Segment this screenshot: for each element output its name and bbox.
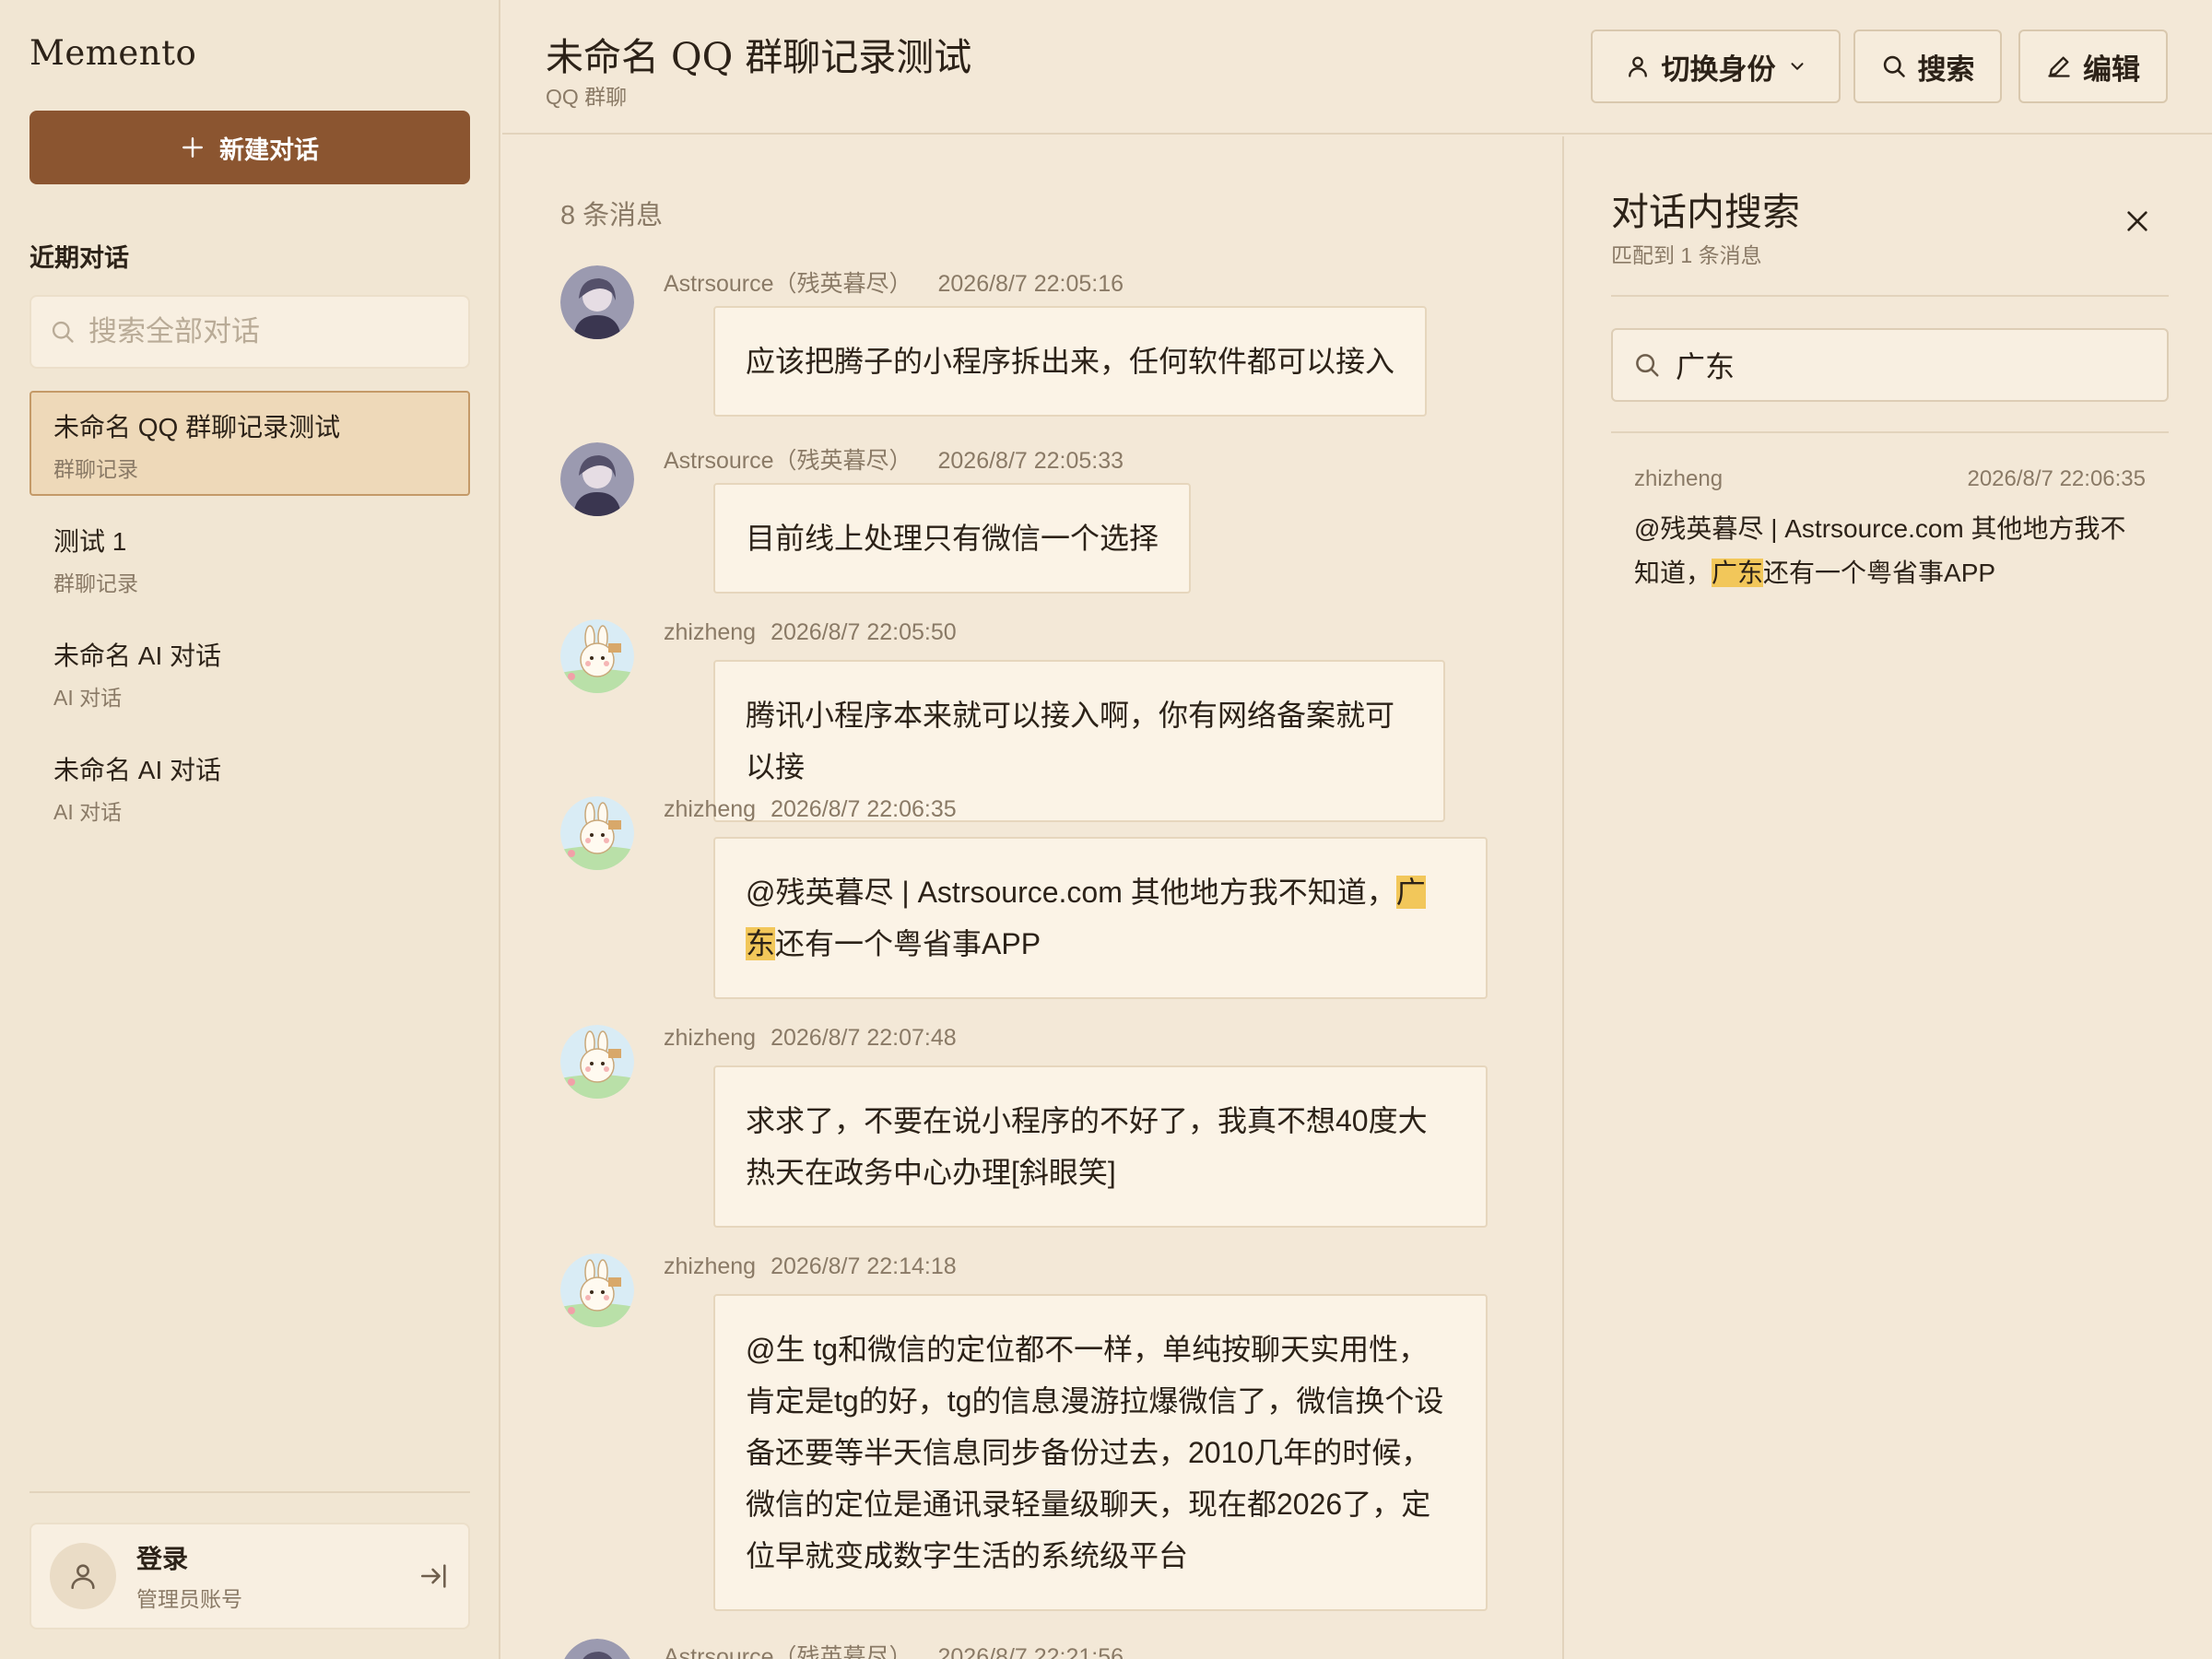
message-line: 热天在政务中心办理[斜眼笑]	[746, 1156, 1116, 1189]
user-icon	[71, 1564, 95, 1590]
new-chat-button[interactable]: 新建对话	[29, 111, 470, 184]
pencil-icon	[2048, 56, 2070, 77]
search-match-count: 匹配到 1 条消息	[1611, 243, 1762, 267]
result-sender: zhizheng	[1634, 466, 1724, 491]
avatar-astrsource	[560, 442, 634, 516]
conversation-list: 未命名 QQ 群聊记录测试 群聊记录 测试 1 群聊记录 未命名 AI 对话 A…	[29, 391, 470, 848]
switch-identity-button[interactable]: 切换身份	[1591, 29, 1841, 103]
conversation-item[interactable]: 未命名 AI 对话 AI 对话	[29, 619, 470, 724]
message-text: 还有一个粤省事APP	[775, 927, 1041, 960]
conversation-title: 未命名 AI 对话	[53, 756, 222, 784]
message-line: 求求了，不要在说小程序的不好了，我真不想40度大	[746, 1104, 1428, 1137]
chevron-down-icon	[1790, 63, 1804, 70]
global-search-input[interactable]	[88, 315, 457, 348]
conversation-title: 测试 1	[53, 527, 127, 556]
conversation-item[interactable]: 未命名 QQ 群聊记录测试 群聊记录	[29, 391, 470, 496]
avatar-astrsource	[560, 265, 634, 339]
message-text: @残英暮尽 | Astrsource.com 其他地方我不知道，	[746, 876, 1396, 909]
avatar-astrsource	[560, 1639, 634, 1659]
message-time: 2026/8/7 22:05:16	[937, 271, 1124, 297]
message-line: @生 tg和微信的定位都不一样，单纯按聊天实用性，	[746, 1333, 1429, 1366]
search-button-label: 搜索	[1917, 53, 1975, 86]
message-sender: Astrsource（残英暮尽）	[664, 271, 912, 297]
avatar-zhizheng	[560, 796, 634, 870]
login-subtitle: 管理员账号	[136, 1587, 242, 1611]
message-sender: zhizheng	[664, 1025, 757, 1051]
plus-icon	[182, 137, 203, 158]
edit-button-label: 编辑	[2083, 53, 2140, 86]
search-highlight: 广	[1395, 876, 1426, 909]
panel-divider	[1611, 431, 2169, 433]
conversation-title: 未命名 AI 对话	[53, 641, 222, 670]
chat-header: 未命名 QQ 群聊记录测试 QQ 群聊 切换身份 搜索 编辑	[502, 0, 2212, 135]
message-line: 备还要等半天信息同步备份过去，2010几年的时候，	[746, 1436, 1431, 1469]
panel-divider	[1611, 295, 2169, 297]
search-highlight: 广东	[1712, 559, 1764, 587]
avatar-zhizheng	[560, 619, 634, 693]
avatar-zhizheng	[560, 1253, 634, 1327]
result-time: 2026/8/7 22:06:35	[1967, 466, 2146, 491]
message-time: 2026/8/7 22:14:18	[771, 1253, 957, 1279]
login-icon[interactable]	[418, 1560, 450, 1592]
message-bubble: 目前线上处理只有微信一个选择	[713, 483, 1192, 594]
conversation-subtitle: AI 对话	[53, 800, 123, 824]
message-time: 2026/8/7 22:07:48	[771, 1025, 957, 1051]
search-button[interactable]: 搜索	[1853, 29, 2002, 103]
message-time: 2026/8/7 22:05:33	[937, 448, 1124, 474]
search-highlight: 东	[746, 927, 776, 960]
message-sender: zhizheng	[664, 619, 757, 645]
sidebar: Memento 新建对话 近期对话 未命名 QQ 群聊记录测试 群聊记录 测试 …	[0, 0, 500, 1659]
conversation-subtitle: 群聊记录	[53, 457, 138, 481]
recent-conversations-heading: 近期对话	[29, 244, 129, 272]
conversation-item[interactable]: 未命名 AI 对话 AI 对话	[29, 734, 470, 839]
sidebar-divider	[29, 1491, 470, 1493]
login-title: 登录	[136, 1545, 189, 1573]
message-list[interactable]: 8 条消息 Astrsource（残英暮尽） 2026/8/7 22:05:16 …	[502, 136, 1562, 1659]
conversation-search-box[interactable]	[1611, 328, 2169, 402]
message-time: 2026/8/7 22:06:35	[771, 796, 957, 822]
result-text: @残英暮尽 | Astrsource.com 其他地方我不知道，广东还有一个粤省…	[1634, 507, 2146, 595]
message-bubble: 求求了，不要在说小程序的不好了，我真不想40度大 热天在政务中心办理[斜眼笑]	[713, 1065, 1488, 1228]
brand-logo: Memento	[29, 33, 197, 73]
login-card[interactable]: 登录 管理员账号	[29, 1523, 470, 1630]
message-count: 8 条消息	[560, 201, 664, 230]
conversation-search-input[interactable]	[1676, 347, 2155, 382]
global-search-box[interactable]	[29, 295, 470, 369]
search-result-item[interactable]: zhizheng 2026/8/7 22:06:35 @残英暮尽 | Astrs…	[1611, 466, 2169, 595]
new-chat-label: 新建对话	[219, 135, 319, 164]
message-sender: zhizheng	[664, 796, 757, 822]
conversation-subtitle: 群聊记录	[53, 571, 138, 595]
user-icon	[1628, 56, 1647, 77]
page-subtitle: QQ 群聊	[546, 85, 628, 109]
search-icon	[1883, 55, 1905, 77]
page-title: 未命名 QQ 群聊记录测试	[546, 35, 972, 79]
avatar	[50, 1543, 116, 1609]
message-bubble: 应该把腾子的小程序拆出来，任何软件都可以接入	[713, 306, 1428, 417]
conversation-item[interactable]: 测试 1 群聊记录	[29, 505, 470, 610]
message-sender: Astrsource（残英暮尽）	[664, 1644, 912, 1659]
message-bubble: @残英暮尽 | Astrsource.com 其他地方我不知道，广东还有一个粤省…	[713, 837, 1488, 999]
message-bubble: @生 tg和微信的定位都不一样，单纯按聊天实用性， 肯定是tg的好，tg的信息漫游…	[713, 1294, 1488, 1611]
message-sender: zhizheng	[664, 1253, 757, 1279]
close-icon[interactable]	[2123, 206, 2152, 236]
switch-identity-label: 切换身份	[1661, 53, 1776, 86]
message-line: 肯定是tg的好，tg的信息漫游拉爆微信了，微信换个设	[746, 1384, 1444, 1418]
search-icon	[52, 321, 74, 343]
message-time: 2026/8/7 22:21:56	[937, 1644, 1124, 1659]
search-panel-title: 对话内搜索	[1611, 190, 1800, 234]
edit-button[interactable]: 编辑	[2018, 29, 2168, 103]
search-icon	[1636, 354, 1659, 377]
result-text-after: 还有一个粤省事APP	[1763, 559, 1996, 587]
in-conversation-search-panel: 对话内搜索 匹配到 1 条消息 zhizheng 2026/8/7 22:06:…	[1562, 136, 2212, 1659]
message-line: 位早就变成数字生活的系统级平台	[746, 1539, 1189, 1572]
avatar-zhizheng	[560, 1025, 634, 1099]
message-sender: Astrsource（残英暮尽）	[664, 448, 912, 474]
message-line: 微信的定位是通讯录轻量级聊天，现在都2026了，定	[746, 1488, 1431, 1521]
message-time: 2026/8/7 22:05:50	[771, 619, 957, 645]
conversation-subtitle: AI 对话	[53, 686, 123, 710]
conversation-title: 未命名 QQ 群聊记录测试	[53, 413, 341, 441]
